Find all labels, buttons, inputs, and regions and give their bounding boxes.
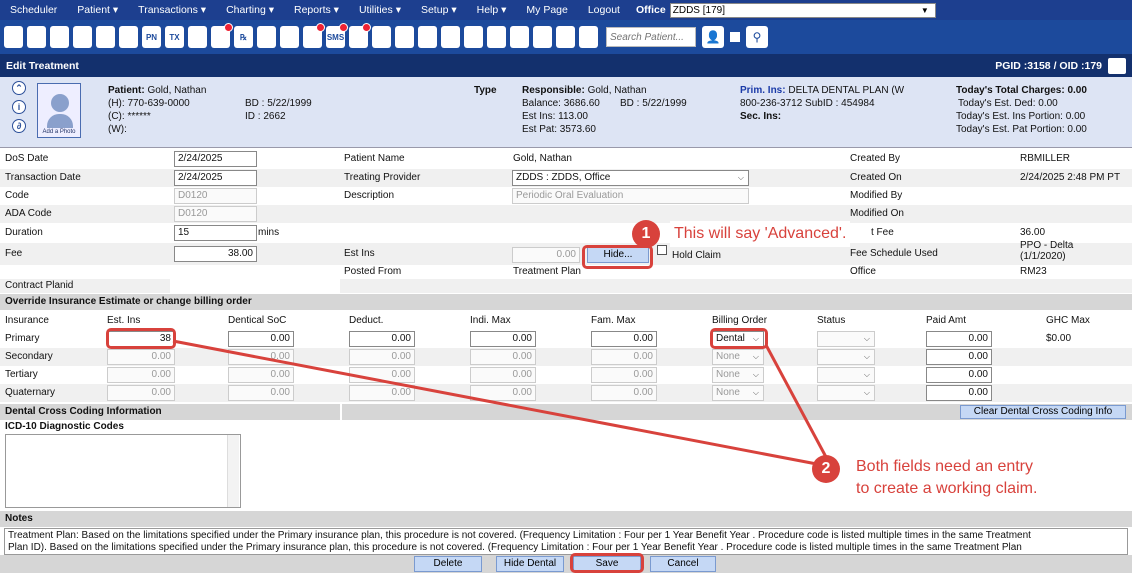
callout-2-line-2: to create a working claim.: [856, 480, 1038, 497]
callout-1-badge: 1: [632, 220, 660, 248]
highlight-billing-order: [710, 328, 768, 349]
callout-2-line-1: Both fields need an entry: [856, 458, 1034, 475]
callout-2-text: Both fields need an entry to create a wo…: [852, 455, 1042, 501]
highlight-est-ins: [106, 328, 176, 349]
edit-treatment-window: Scheduler Patient ▾ Transactions ▾ Chart…: [0, 0, 1132, 573]
callout-1-text: This will say 'Advanced'.: [670, 221, 851, 247]
callout-line-billing: [764, 344, 828, 458]
highlight-save-button: [570, 553, 644, 573]
callout-2-badge: 2: [812, 455, 840, 483]
highlight-hide-button: [582, 245, 653, 269]
callout-line-est-ins: [172, 339, 823, 467]
